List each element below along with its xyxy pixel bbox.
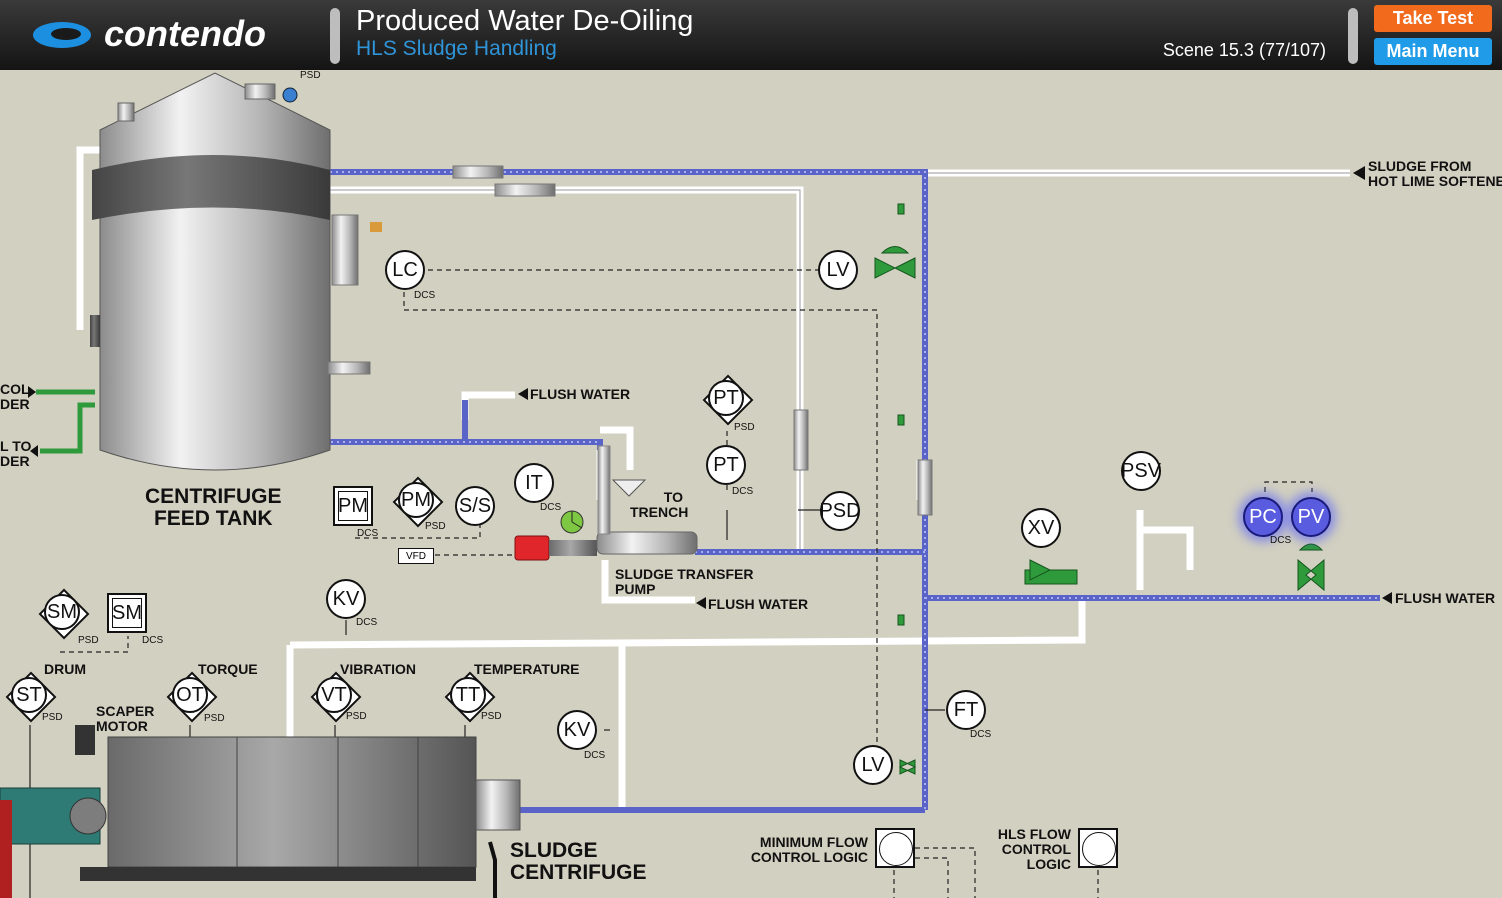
pm-diamond-instrument[interactable]: PM [392, 476, 444, 528]
pm-square-label: PM [338, 491, 368, 521]
pt-psd-label: PT [708, 380, 744, 416]
sm-diamond-instrument[interactable]: SM [38, 588, 90, 640]
minimum-flow-control-logic-block[interactable] [875, 828, 915, 868]
sludge-centrifuge-shape [0, 725, 521, 898]
lv-bottom-instrument[interactable]: LV [853, 745, 893, 785]
col-der-label: COL DER [0, 381, 30, 412]
centrifuge-feed-tank-shape [90, 72, 382, 471]
it-tag: DCS [540, 502, 562, 513]
minimum-flow-logic-label: MINIMUM FLOW CONTROL LOGIC [750, 834, 868, 865]
pt-dcs-tag: DCS [732, 486, 754, 497]
xv-instrument[interactable]: XV [1021, 508, 1061, 548]
vfd-box[interactable]: VFD [398, 548, 434, 564]
sludge-from-label: SLUDGE FROM HOT LIME SOFTENER [1368, 158, 1502, 189]
st-label: ST [11, 677, 47, 713]
hls-flow-logic-circle [1082, 832, 1116, 866]
scene-counter: Scene 15.3 (77/107) [1162, 40, 1326, 60]
header-bar: contendo Produced Water De-Oiling HLS Sl… [0, 0, 1502, 70]
psv-instrument[interactable]: PSV [1121, 451, 1161, 491]
vt-tag: PSD [346, 711, 367, 722]
green-pipes [36, 389, 95, 454]
to-trench-label: TO TRENCH [630, 489, 689, 520]
psd-instrument[interactable]: PSD [819, 491, 861, 531]
contendo-logo: contendo [33, 14, 266, 54]
pm-square-instrument[interactable]: PM [333, 486, 373, 526]
pm-diamond-tag: PSD [425, 521, 446, 532]
ft-tag: DCS [970, 729, 992, 740]
st-tag: PSD [42, 712, 63, 723]
kv-mid-tag: DCS [584, 750, 606, 761]
flush-water-label-1: FLUSH WATER [530, 386, 631, 402]
kv-top-instrument[interactable]: KV [326, 579, 366, 619]
sm-square-instrument[interactable]: SM [107, 593, 147, 633]
min-flow-logic-circle [879, 832, 913, 866]
it-instrument[interactable]: IT [514, 463, 554, 503]
sm-diamond-label: SM [44, 594, 80, 630]
sludge-centrifuge-label: SLUDGE CENTRIFUGE [510, 839, 647, 884]
pc-tag: DCS [1270, 535, 1292, 546]
to-der-label: L TO DER [0, 438, 32, 469]
kv-top-tag: DCS [356, 617, 378, 628]
lc-tag: DCS [414, 290, 436, 301]
pc-instrument[interactable]: PC [1243, 497, 1283, 537]
ft-instrument[interactable]: FT [946, 690, 986, 730]
pm-diamond-label: PM [398, 482, 434, 518]
pv-instrument[interactable]: PV [1291, 497, 1331, 537]
header-separator-right [1348, 8, 1358, 64]
sm-square-tag: DCS [142, 635, 164, 646]
lc-instrument[interactable]: LC [385, 250, 425, 290]
tt-tag: PSD [481, 711, 502, 722]
flush-water-label-2: FLUSH WATER [1395, 590, 1496, 606]
process-diagram: CENTRIFUGE FEED TANK SLUDGE FROM HOT LIM… [0, 70, 1502, 898]
tt-label: TT [450, 677, 486, 713]
flush-water-label-3: FLUSH WATER [708, 596, 809, 612]
ot-instrument[interactable]: OT [166, 671, 218, 723]
take-test-button[interactable]: Take Test [1374, 5, 1492, 32]
hls-flow-logic-label: HLS FLOW CONTROL LOGIC [997, 826, 1071, 872]
pm-square-tag: DCS [357, 528, 379, 539]
green-valves [874, 203, 1325, 775]
piping-diagram [0, 72, 1392, 898]
ot-tag: PSD [204, 713, 225, 724]
ss-instrument[interactable]: S/S [455, 486, 495, 526]
hls-flow-control-logic-block[interactable] [1078, 828, 1118, 868]
kv-mid-instrument[interactable]: KV [557, 710, 597, 750]
header-separator [330, 8, 340, 64]
app-title: Produced Water De-Oiling [356, 5, 694, 37]
psd-top-tag: PSD [300, 70, 321, 81]
lv-top-instrument[interactable]: LV [818, 250, 858, 290]
sm-diamond-tag: PSD [78, 635, 99, 646]
pt-dcs-instrument[interactable]: PT [706, 445, 746, 485]
centrifuge-feed-tank-label: CENTRIFUGE FEED TANK [145, 485, 282, 530]
logo-text: contendo [104, 14, 266, 54]
vt-label: VT [316, 677, 352, 713]
scaper-motor-label: SCAPER MOTOR [96, 703, 155, 734]
sm-square-label: SM [112, 598, 142, 628]
main-menu-button[interactable]: Main Menu [1374, 38, 1492, 65]
pt-psd-instrument[interactable]: PT [702, 374, 754, 426]
app-subtitle: HLS Sludge Handling [356, 37, 557, 60]
ot-label: OT [172, 677, 208, 713]
pt-psd-tag: PSD [734, 422, 755, 433]
sludge-transfer-pump-label: SLUDGE TRANSFER PUMP [615, 566, 754, 597]
